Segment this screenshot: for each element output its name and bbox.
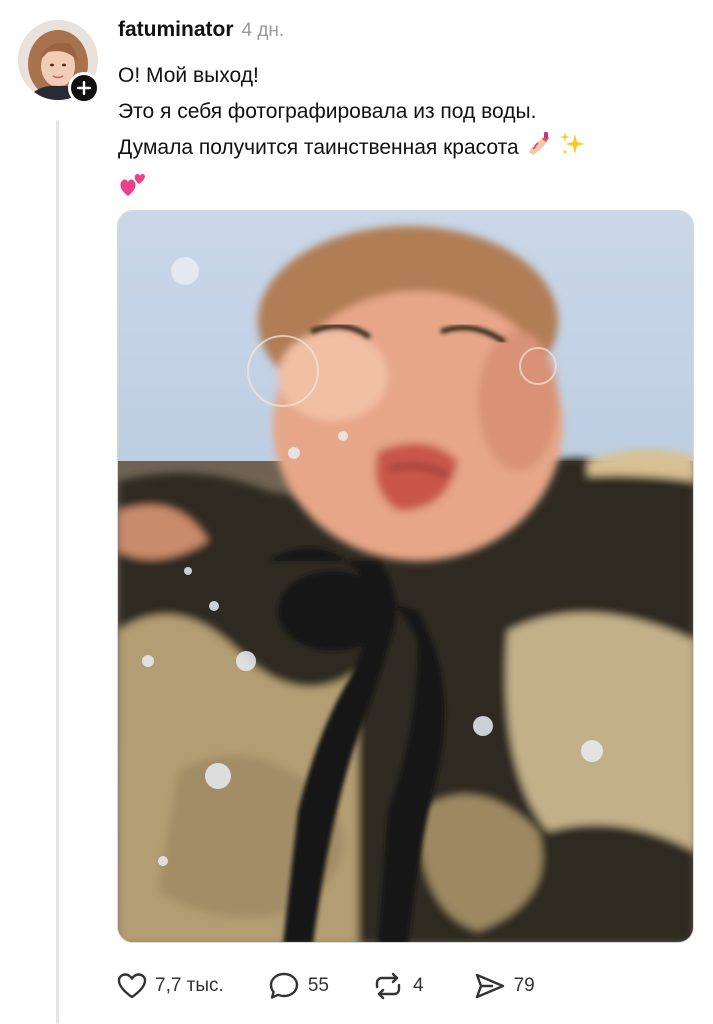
two-hearts-emoji <box>118 170 148 210</box>
plus-icon <box>77 81 91 95</box>
post-photo[interactable] <box>117 210 694 943</box>
sparkles-emoji <box>559 130 587 170</box>
send-icon <box>475 973 504 999</box>
repost-button[interactable]: 4 <box>371 971 424 1001</box>
post-text-line-with-emoji: Думала получится таинственная красота <box>118 130 688 170</box>
repost-arrows-icon <box>375 972 401 1000</box>
speech-bubble-icon <box>269 972 299 999</box>
timestamp: 4 дн. <box>241 20 285 41</box>
heart-icon <box>117 973 147 999</box>
post-text-line: Это я себя фотографировала из под воды. <box>118 100 537 123</box>
like-count: 7,7 тыс. <box>155 975 224 996</box>
thread-line <box>56 120 59 1024</box>
post-text-line: Думала получится таинственная красота <box>118 136 519 159</box>
share-button[interactable]: 79 <box>474 972 535 1000</box>
post: fatuminator 4 дн. О! Мой выход! Это я се… <box>0 0 713 1024</box>
username[interactable]: fatuminator <box>118 18 234 42</box>
nail-polish-emoji <box>525 130 553 170</box>
post-text-line-emoji <box>118 170 688 210</box>
repost-count: 4 <box>412 975 424 996</box>
post-text-line: О! Мой выход! <box>118 64 259 87</box>
comment-count: 55 <box>307 975 329 996</box>
comment-button[interactable]: 55 <box>268 971 329 1001</box>
like-button[interactable]: 7,7 тыс. <box>117 972 224 1000</box>
share-count: 79 <box>513 975 535 996</box>
post-text: О! Мой выход! Это я себя фотографировала… <box>118 58 688 210</box>
post-header: fatuminator 4 дн. <box>118 18 284 42</box>
post-actions: 7,7 тыс. 55 4 79 <box>117 966 535 1006</box>
follow-button[interactable] <box>68 72 100 104</box>
